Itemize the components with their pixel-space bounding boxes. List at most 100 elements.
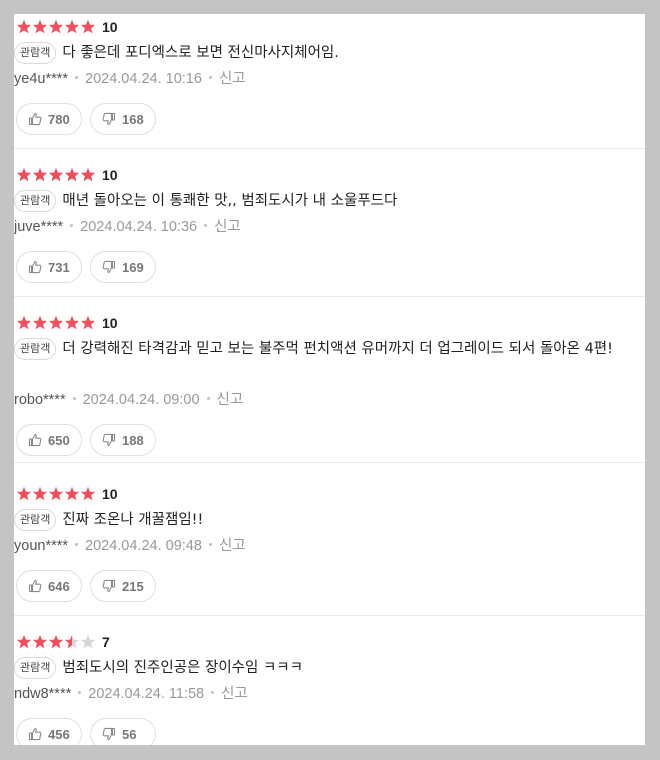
like-count: 731 (48, 259, 70, 275)
report-link[interactable]: 신고 (219, 71, 246, 87)
review-date: 2024.04.24. 09:00 (82, 392, 200, 408)
vote-buttons: 650 188 (16, 424, 164, 456)
star-icon (64, 315, 80, 330)
report-link[interactable]: 신고 (219, 538, 246, 554)
star-icon (32, 167, 48, 182)
audience-badge: 관람객 (14, 190, 57, 212)
thumbs-down-icon (102, 260, 116, 274)
dislike-button[interactable]: 56 (90, 718, 156, 745)
thumbs-up-icon (28, 727, 42, 741)
star-icon (48, 167, 64, 182)
dislike-count: 169 (122, 259, 144, 275)
star-icon (32, 634, 48, 649)
separator-dot (78, 691, 82, 694)
thumbs-up-icon (28, 579, 42, 593)
username: robo**** (14, 392, 66, 408)
vote-buttons: 780 168 (16, 103, 164, 135)
separator-dot (208, 76, 212, 79)
like-button[interactable]: 650 (16, 424, 82, 456)
review-item: 10 관람객 더 강력해진 타격감과 믿고 보는 불주먹 펀치액션 유머까지 더 업… (14, 310, 645, 463)
thumbs-down-icon (102, 433, 116, 447)
like-button[interactable]: 646 (16, 570, 82, 602)
star-icon (64, 167, 80, 182)
thumbs-up-icon (28, 112, 42, 126)
review-date: 2024.04.24. 10:36 (80, 219, 198, 235)
rating: 10 (16, 313, 118, 333)
thumbs-up-icon (28, 433, 42, 447)
report-link[interactable]: 신고 (214, 219, 241, 235)
star-icon (32, 19, 48, 34)
like-count: 780 (48, 111, 70, 127)
star-icon (48, 486, 64, 501)
star-icon (64, 486, 80, 501)
review-item: 10 관람객 매년 돌아오는 이 통쾌한 맛,, 범죄도시가 내 소울푸드다 juve… (14, 162, 645, 297)
dislike-button[interactable]: 169 (90, 251, 156, 283)
review-text: 더 강력해진 타격감과 믿고 보는 불주먹 펀치액션 유머까지 더 업그레이드 … (62, 341, 613, 357)
review-meta: juve**** 2024.04.24. 10:36 신고 (14, 217, 241, 237)
review-meta: robo**** 2024.04.24. 09:00 신고 (14, 390, 243, 410)
report-link[interactable]: 신고 (221, 686, 248, 702)
star-icon (16, 19, 32, 34)
like-count: 456 (48, 726, 70, 742)
rating: 10 (16, 17, 118, 37)
username: juve**** (14, 219, 64, 235)
star-icon (48, 19, 64, 34)
star-icon (16, 167, 32, 182)
review-text: 진짜 조온나 개꿀잼임!! (62, 512, 204, 528)
report-link[interactable]: 신고 (217, 392, 244, 408)
dislike-button[interactable]: 215 (90, 570, 156, 602)
dislike-count: 56 (122, 726, 137, 742)
audience-badge: 관람객 (14, 509, 57, 531)
review-date: 2024.04.24. 11:58 (88, 686, 205, 702)
separator-dot (75, 76, 79, 79)
rating: 7 (16, 632, 110, 652)
review-list: 10 관람객 다 좋은데 포디엑스로 보면 전신마사지체어임. ye4u**** 202… (14, 14, 645, 745)
like-count: 646 (48, 578, 70, 594)
separator-dot (204, 224, 208, 227)
star-icon (16, 634, 32, 649)
star-icon (32, 486, 48, 501)
star-rating (16, 315, 96, 331)
dislike-button[interactable]: 188 (90, 424, 156, 456)
separator-dot (75, 543, 79, 546)
review-date: 2024.04.24. 09:48 (85, 538, 202, 554)
like-button[interactable]: 731 (16, 251, 82, 283)
separator-dot (72, 397, 76, 400)
review-item: 10 관람객 다 좋은데 포디엑스로 보면 전신마사지체어임. ye4u**** 202… (14, 14, 645, 149)
thumbs-down-icon (102, 727, 116, 741)
thumbs-down-icon (102, 579, 116, 593)
star-icon (80, 167, 96, 182)
dislike-count: 168 (122, 111, 144, 127)
review-text-row: 관람객 범죄도시의 진주인공은 장이수임 ㅋㅋㅋ (14, 656, 641, 681)
star-icon (64, 634, 80, 649)
star-icon (64, 19, 80, 34)
audience-badge: 관람객 (14, 42, 57, 64)
review-text-row: 관람객 다 좋은데 포디엑스로 보면 전신마사지체어임. (14, 41, 641, 66)
star-icon (48, 634, 64, 649)
rating-score: 10 (102, 486, 118, 502)
thumbs-down-icon (102, 112, 116, 126)
review-meta: ndw8**** 2024.04.24. 11:58 신고 (14, 684, 248, 704)
dislike-button[interactable]: 168 (90, 103, 156, 135)
review-text: 다 좋은데 포디엑스로 보면 전신마사지체어임. (62, 45, 339, 61)
review-item: 10 관람객 진짜 조온나 개꿀잼임!! youn**** 2024.04.24. 09… (14, 481, 645, 616)
rating-score: 10 (102, 19, 118, 35)
dislike-count: 215 (122, 578, 144, 594)
rating-score: 10 (102, 167, 118, 183)
separator-dot (206, 397, 210, 400)
vote-buttons: 646 215 (16, 570, 164, 602)
like-button[interactable]: 780 (16, 103, 82, 135)
review-text-row: 관람객 더 강력해진 타격감과 믿고 보는 불주먹 펀치액션 유머까지 더 업그레… (14, 337, 641, 362)
review-meta: ye4u**** 2024.04.24. 10:16 신고 (14, 69, 246, 89)
review-text: 매년 돌아오는 이 통쾌한 맛,, 범죄도시가 내 소울푸드다 (62, 193, 398, 209)
audience-badge: 관람객 (14, 338, 57, 360)
review-text-row: 관람객 진짜 조온나 개꿀잼임!! (14, 508, 641, 533)
separator-dot (208, 543, 212, 546)
review-text-row: 관람객 매년 돌아오는 이 통쾌한 맛,, 범죄도시가 내 소울푸드다 (14, 189, 641, 214)
star-rating (16, 19, 96, 35)
star-rating (16, 634, 96, 650)
star-rating (16, 167, 96, 183)
username: ye4u**** (14, 71, 69, 87)
username: ndw8**** (14, 686, 72, 702)
like-button[interactable]: 456 (16, 718, 82, 745)
